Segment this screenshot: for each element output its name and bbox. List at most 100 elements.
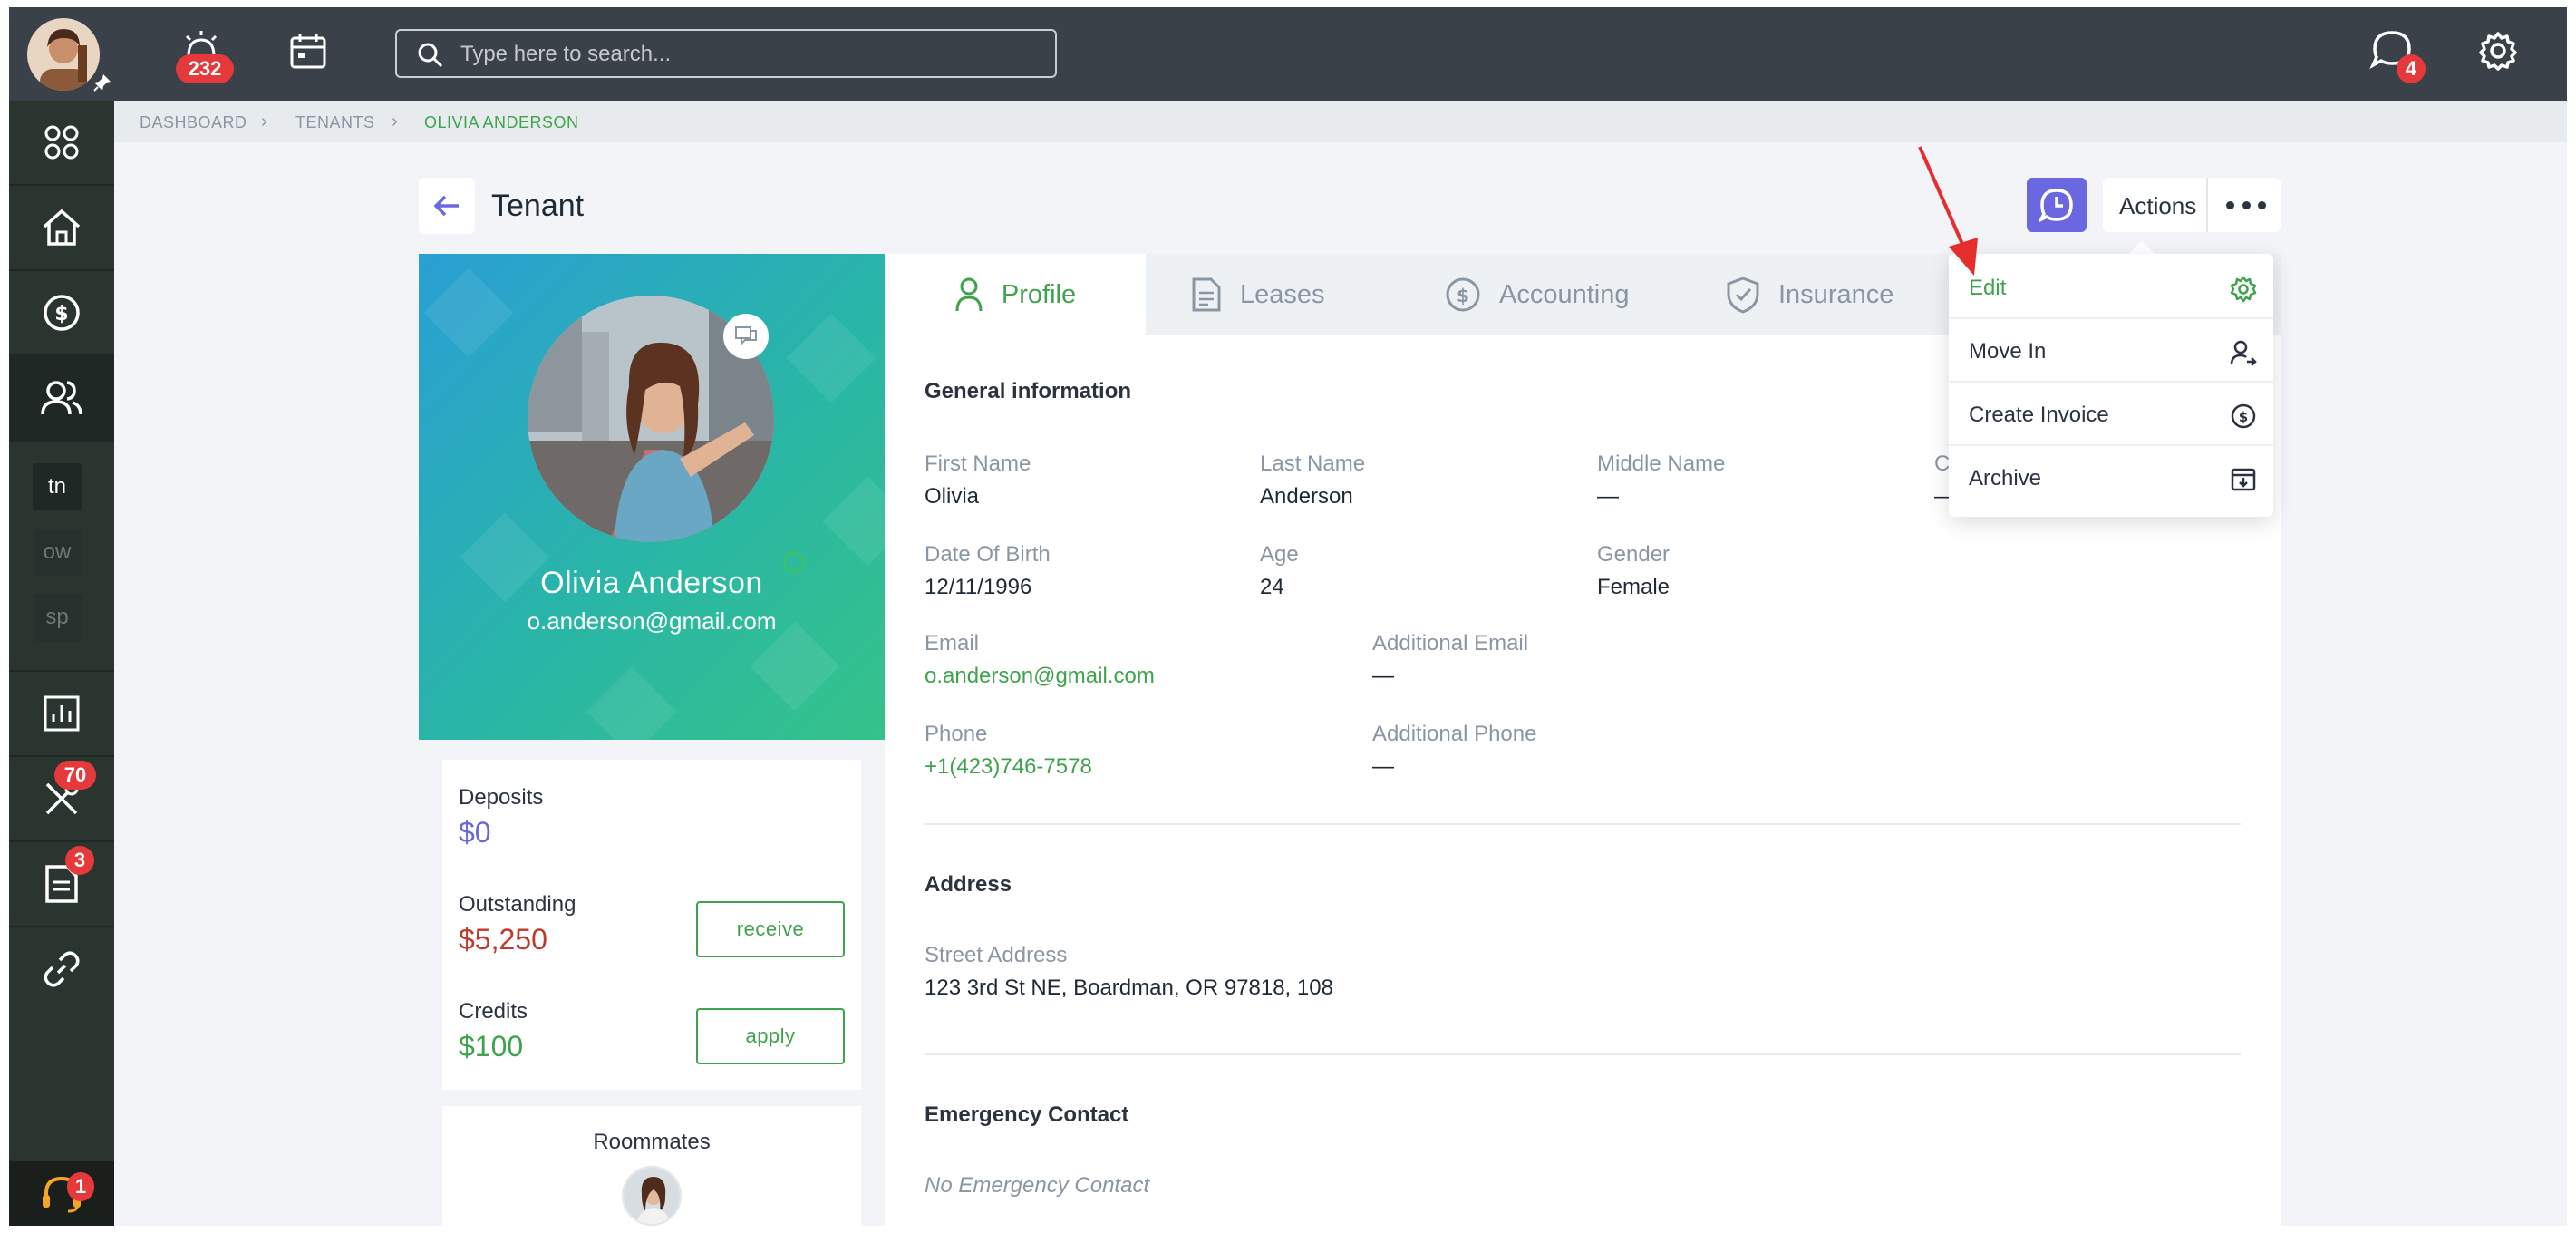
- top-bar: 232 4: [9, 7, 2567, 101]
- outstanding-label: Outstanding: [459, 892, 576, 917]
- back-button[interactable]: [419, 178, 475, 234]
- phone-link[interactable]: +1(423)746-7578: [925, 754, 1092, 780]
- alerts-badge: 232: [176, 54, 234, 83]
- chat-icon: [735, 326, 757, 346]
- sidebar-item-documents[interactable]: [9, 842, 114, 926]
- search-box[interactable]: [395, 29, 1057, 78]
- documents-badge: 3: [65, 846, 94, 875]
- hidden-field-label: C: [1934, 451, 1951, 476]
- search-icon: [418, 43, 443, 68]
- dob-value: 12/11/1996: [925, 575, 1032, 599]
- menu-item-archive[interactable]: Archive: [1949, 448, 2273, 510]
- roommates-title: Roommates: [593, 1130, 711, 1154]
- sidebar-item-apps[interactable]: [9, 101, 114, 184]
- gender-value: Female: [1597, 575, 1671, 599]
- deposits-value: $0: [459, 816, 491, 849]
- actions-button[interactable]: Actions: [2103, 178, 2281, 232]
- sidebar-item-accounting[interactable]: $: [9, 271, 114, 354]
- menu-item-edit[interactable]: Edit: [1949, 257, 2273, 319]
- last-name-label: Last Name: [1260, 451, 1366, 476]
- tab-insurance[interactable]: Insurance: [1726, 254, 1893, 335]
- tab-leases[interactable]: Leases: [1191, 254, 1325, 335]
- tenant-name: Olivia Anderson: [540, 566, 763, 600]
- account-ow[interactable]: ow: [33, 529, 82, 576]
- support-badge: 1: [67, 1172, 94, 1201]
- last-name-value: Anderson: [1260, 484, 1353, 509]
- breadcrumb-current: OLIVIA ANDERSON: [424, 113, 579, 131]
- dollar-circle-icon: $: [44, 295, 80, 331]
- gear-icon: [2230, 276, 2257, 303]
- first-name-value: Olivia: [925, 484, 980, 509]
- svg-text:$: $: [1457, 285, 1469, 306]
- additional-phone-label: Additional Phone: [1372, 722, 1537, 746]
- sidebar-item-home[interactable]: [9, 186, 114, 269]
- receive-button[interactable]: receive: [696, 901, 845, 957]
- dollar-circle-icon: $: [2231, 403, 2256, 429]
- shield-check-icon: [1727, 277, 1759, 314]
- emergency-contact-empty: No Emergency Contact: [925, 1173, 1150, 1198]
- profile-card: Olivia Anderson o.anderson@gmail.com: [419, 254, 885, 740]
- chevron-right-icon: ›: [261, 112, 268, 131]
- menu-item-label: Move In: [1969, 339, 2047, 364]
- chat-button[interactable]: [723, 314, 769, 359]
- user-arrow-icon: [2230, 340, 2257, 366]
- apply-button[interactable]: apply: [696, 1008, 845, 1064]
- email-label: Email: [925, 631, 980, 655]
- street-address-value: 123 3rd St NE, Boardman, OR 97818, 108: [925, 976, 1333, 1000]
- maintenance-badge: 70: [54, 761, 96, 790]
- divider: [925, 823, 2241, 825]
- support-button[interactable]: [9, 1161, 114, 1226]
- clock-icon: [2039, 189, 2073, 223]
- search-input[interactable]: [460, 38, 1041, 71]
- breadcrumb-dashboard[interactable]: DASHBOARD: [140, 113, 247, 132]
- sidebar-item-links[interactable]: [9, 927, 114, 1011]
- breadcrumb: DASHBOARD › TENANTS › OLIVIA ANDERSON: [114, 101, 2567, 142]
- history-button[interactable]: [2027, 178, 2087, 232]
- calendar-icon[interactable]: [288, 31, 328, 71]
- annotation-arrow: [1918, 146, 1978, 276]
- emergency-contact-title: Emergency Contact: [925, 1102, 1129, 1127]
- home-icon: [43, 209, 81, 246]
- age-label: Age: [1260, 542, 1299, 567]
- svg-text:$: $: [2239, 409, 2248, 425]
- svg-text:$: $: [54, 303, 68, 325]
- deposits-label: Deposits: [459, 785, 544, 810]
- phone-label: Phone: [925, 722, 988, 746]
- app-window: 232 4: [9, 7, 2567, 1226]
- dob-label: Date Of Birth: [925, 542, 1051, 567]
- dollar-circle-icon: $: [1446, 277, 1480, 312]
- actions-label: Actions: [2119, 192, 2197, 219]
- additional-email-label: Additional Email: [1372, 631, 1529, 655]
- user-avatar[interactable]: [27, 18, 100, 91]
- sidebar-item-people[interactable]: [9, 356, 114, 440]
- breadcrumb-tenants[interactable]: TENANTS: [295, 113, 375, 132]
- first-name-label: First Name: [925, 451, 1031, 476]
- roommate-avatar[interactable]: [622, 1166, 682, 1226]
- roommates-card: Roommates: [442, 1106, 861, 1226]
- additional-phone-value: —: [1372, 754, 1394, 779]
- account-sp[interactable]: sp: [33, 594, 82, 641]
- settings-icon[interactable]: [2478, 31, 2518, 71]
- middle-name-value: —: [1597, 484, 1619, 509]
- menu-item-label: Edit: [1969, 276, 2007, 300]
- tab-label: Insurance: [1778, 279, 1894, 309]
- actions-dropdown: Edit Move In Create Invoice $ Archive: [1949, 254, 2273, 517]
- menu-item-label: Create Invoice: [1969, 403, 2109, 427]
- address-title: Address: [925, 872, 1012, 897]
- bar-chart-icon: [44, 695, 80, 732]
- tab-profile[interactable]: Profile: [885, 254, 1146, 335]
- tab-accounting[interactable]: $ Accounting: [1445, 254, 1630, 335]
- user-icon: [955, 277, 983, 312]
- gender-label: Gender: [1597, 542, 1671, 567]
- menu-item-move-in[interactable]: Move In: [1949, 321, 2273, 383]
- apps-icon: [44, 125, 79, 160]
- account-tn[interactable]: tn: [33, 463, 82, 510]
- more-dots-icon[interactable]: [2226, 192, 2266, 218]
- email-link[interactable]: o.anderson@gmail.com: [925, 664, 1155, 689]
- street-address-label: Street Address: [925, 943, 1068, 967]
- general-info-title: General information: [925, 379, 1132, 403]
- tab-label: Profile: [1001, 279, 1077, 309]
- sidebar-item-reports[interactable]: [9, 672, 114, 755]
- menu-item-create-invoice[interactable]: Create Invoice $: [1949, 384, 2273, 446]
- link-icon: [44, 951, 80, 987]
